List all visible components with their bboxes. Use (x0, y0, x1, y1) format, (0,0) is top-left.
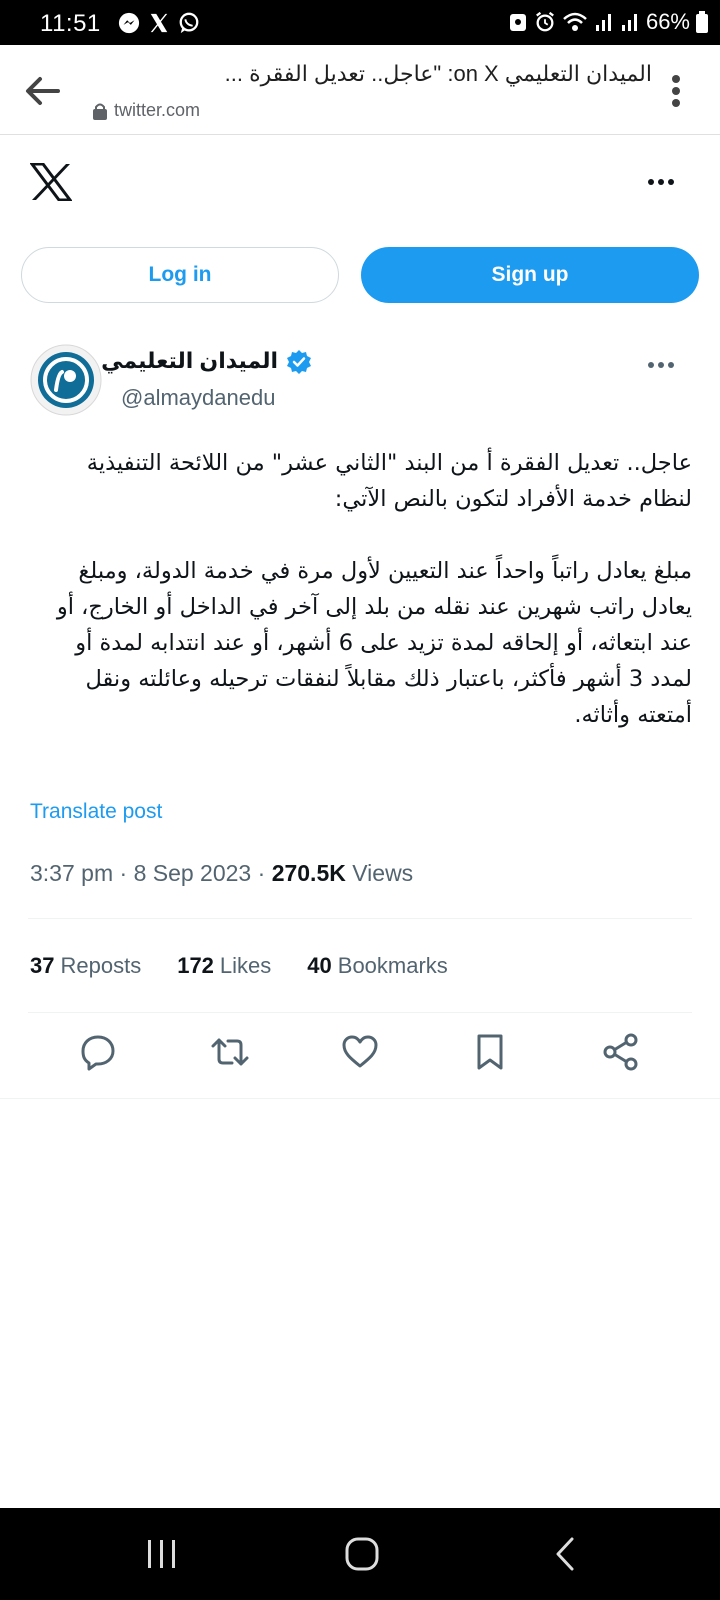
lock-icon (93, 103, 107, 120)
like-icon[interactable] (340, 1032, 380, 1072)
likes-label: Likes (219, 953, 272, 978)
recents-icon[interactable] (142, 1536, 182, 1572)
reposts-count: 37 (30, 953, 55, 978)
tweet-meta: 3:37 pm · 8 Sep 2023 · 270.5K Views (30, 860, 413, 887)
likes-stat[interactable]: 172 Likes (177, 953, 271, 979)
x-logo-icon[interactable] (30, 163, 72, 201)
translate-post-link[interactable]: Translate post (30, 800, 162, 824)
status-time: 11:51 (40, 10, 101, 37)
meta-separator: · (257, 860, 272, 886)
repost-icon[interactable] (210, 1032, 250, 1072)
avatar[interactable] (30, 344, 102, 416)
wifi-icon (563, 12, 587, 31)
tweet-text: عاجل.. تعديل الفقرة أ من البند "الثاني ع… (56, 450, 692, 728)
divider (28, 918, 692, 919)
signal-2-icon (621, 14, 637, 31)
views-label: Views (352, 860, 414, 886)
divider (28, 1012, 692, 1013)
login-button[interactable]: Log in (21, 247, 339, 303)
kebab-menu-icon[interactable] (670, 73, 682, 109)
status-bar: 11:51 66% (0, 0, 720, 45)
bookmarks-count: 40 (307, 953, 332, 978)
meta-separator: · (119, 860, 134, 886)
battery-icon (696, 11, 708, 33)
tweet-more-icon[interactable] (646, 355, 676, 375)
whatsapp-icon (179, 12, 199, 34)
verified-badge-icon (287, 350, 311, 374)
signal-icon (595, 14, 611, 31)
page-title[interactable]: الميدان التعليمي on X: "عاجل.. تعديل الف… (92, 61, 652, 87)
back-nav-icon[interactable] (546, 1536, 586, 1572)
divider (0, 1098, 720, 1099)
alarm-icon (536, 11, 554, 32)
views-count: 270.5K (271, 860, 346, 886)
browser-toolbar: الميدان التعليمي on X: "عاجل.. تعديل الف… (0, 45, 720, 135)
system-nav-bar (0, 1508, 720, 1600)
back-arrow-icon[interactable] (22, 73, 62, 109)
more-options-icon[interactable] (646, 172, 676, 192)
reposts-label: Reposts (60, 953, 142, 978)
lock-screen-icon (509, 14, 526, 31)
author-handle[interactable]: @almaydanedu (121, 385, 275, 411)
url-display[interactable]: twitter.com (92, 100, 200, 121)
engagement-stats: 37 Reposts 172 Likes 40 Bookmarks (30, 953, 448, 979)
status-notification-icons (118, 12, 200, 34)
status-system-icons: 66% (508, 9, 708, 35)
bookmarks-label: Bookmarks (337, 953, 448, 978)
reposts-stat[interactable]: 37 Reposts (30, 953, 141, 979)
tweet-actions (0, 1032, 720, 1082)
signup-button[interactable]: Sign up (361, 247, 699, 303)
home-icon[interactable] (342, 1536, 382, 1572)
bookmark-icon[interactable] (470, 1032, 510, 1072)
messenger-icon (118, 12, 140, 34)
reply-icon[interactable] (78, 1032, 118, 1072)
tweet-date[interactable]: 8 Sep 2023 (134, 860, 252, 886)
bookmarks-stat[interactable]: 40 Bookmarks (307, 953, 448, 979)
tweet-time[interactable]: 3:37 pm (30, 860, 113, 886)
x-app-icon (150, 13, 168, 33)
likes-count: 172 (177, 953, 214, 978)
share-icon[interactable] (601, 1032, 641, 1072)
author-name[interactable]: الميدان التعليمي (101, 348, 278, 374)
battery-percent: 66% (645, 9, 690, 34)
url-text: twitter.com (114, 100, 201, 120)
